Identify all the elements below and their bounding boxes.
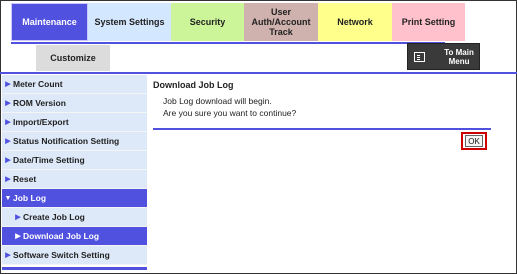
arrow-right-icon: ▶: [5, 81, 11, 88]
arrow-right-icon: ▶: [5, 157, 11, 164]
arrow-down-icon: ▼: [4, 194, 12, 202]
tab-underline: [11, 42, 445, 44]
sidebar-item-import-export[interactable]: ▶ Import/Export: [2, 113, 147, 132]
sidebar-item-job-log[interactable]: ▼ Job Log: [2, 189, 147, 208]
ok-button[interactable]: OK: [465, 135, 483, 147]
top-tabs: Maintenance System Settings Security Use…: [11, 3, 465, 41]
sidebar-item-software-switch-setting[interactable]: ▶ Software Switch Setting: [2, 246, 147, 265]
sidebar-item-label: Import/Export: [13, 117, 69, 127]
arrow-right-icon: ▶: [5, 100, 11, 107]
sidebar-item-date-time-setting[interactable]: ▶ Date/Time Setting: [2, 151, 147, 170]
sidebar-item-label: Reset: [13, 174, 37, 184]
arrow-right-icon: ▶: [5, 176, 11, 183]
main-content: Download Job Log Job Log download will b…: [153, 80, 491, 119]
sidebar-item-label: Create Job Log: [23, 212, 85, 222]
sidebar-item-label: Software Switch Setting: [13, 250, 110, 260]
arrow-right-icon: ▶: [5, 138, 11, 145]
sidebar-bottom-bar: [2, 267, 147, 270]
menu-icon: [414, 51, 426, 62]
content-separator: [153, 128, 491, 130]
sidebar-item-label: Meter Count: [13, 79, 63, 89]
sidebar-item-label: Job Log: [13, 193, 47, 203]
sidebar: ▶ Meter Count ▶ ROM Version ▶ Import/Exp…: [2, 75, 147, 270]
tab-maintenance[interactable]: Maintenance: [11, 3, 88, 41]
sidebar-item-create-job-log[interactable]: ▶ Create Job Log: [2, 208, 147, 227]
sidebar-item-download-job-log[interactable]: ▶ Download Job Log: [2, 227, 147, 246]
sidebar-item-reset[interactable]: ▶ Reset: [2, 170, 147, 189]
to-main-menu-button[interactable]: To Main Menu: [407, 43, 480, 70]
message-line-1: Job Log download will begin.: [163, 96, 272, 106]
arrow-right-icon: ▶: [15, 214, 21, 221]
sidebar-item-label: Status Notification Setting: [13, 136, 120, 146]
message-line-2: Are you sure you want to continue?: [163, 108, 297, 118]
arrow-right-icon: ▶: [5, 252, 11, 259]
tab-print-setting[interactable]: Print Setting: [392, 3, 465, 41]
tab-security[interactable]: Security: [171, 3, 244, 41]
sidebar-item-label: Date/Time Setting: [13, 155, 85, 165]
tab-network[interactable]: Network: [318, 3, 392, 41]
sidebar-item-label: Download Job Log: [23, 231, 100, 241]
customize-button[interactable]: Customize: [36, 45, 110, 71]
page-title: Download Job Log: [153, 80, 234, 90]
sidebar-item-rom-version[interactable]: ▶ ROM Version: [2, 94, 147, 113]
sidebar-item-label: ROM Version: [13, 98, 66, 108]
arrow-right-icon: ▶: [5, 119, 11, 126]
sidebar-item-meter-count[interactable]: ▶ Meter Count: [2, 75, 147, 94]
tab-system-settings[interactable]: System Settings: [88, 3, 171, 41]
tab-user-auth-account-track[interactable]: User Auth/Account Track: [244, 3, 318, 41]
to-main-menu-label: To Main Menu: [444, 47, 474, 66]
sidebar-item-status-notification-setting[interactable]: ▶ Status Notification Setting: [2, 132, 147, 151]
header-separator: [0, 72, 517, 74]
arrow-right-icon: ▶: [15, 233, 21, 240]
